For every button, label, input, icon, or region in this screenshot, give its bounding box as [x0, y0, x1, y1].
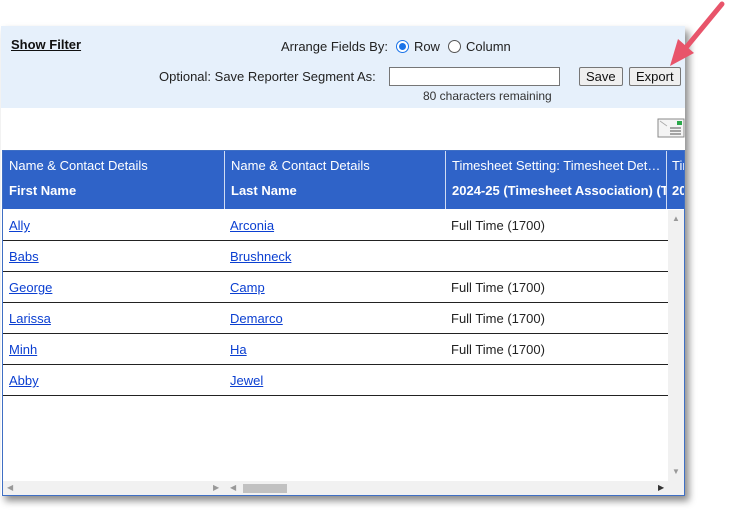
- table-row: Larissa Demarco Full Time (1700): [3, 303, 668, 334]
- save-segment-input[interactable]: [389, 67, 560, 86]
- horizontal-scroll-thumb[interactable]: [243, 484, 287, 493]
- report-window: Show Filter Arrange Fields By: Row Colum…: [1, 26, 685, 496]
- column-group-label: Name & Contact Details: [9, 158, 148, 173]
- column-group-label: Name & Contact Details: [231, 158, 370, 173]
- table-row: Ally Arconia Full Time (1700): [3, 210, 668, 241]
- timesheet-cell: Full Time (1700): [451, 342, 545, 357]
- export-button[interactable]: Export: [629, 67, 681, 86]
- timesheet-cell: Full Time (1700): [451, 311, 545, 326]
- grid-header: Name & Contact Details First Name Name &…: [3, 151, 684, 209]
- timesheet-cell: Full Time (1700): [451, 218, 545, 233]
- arrange-fields-group: Arrange Fields By: Row Column: [281, 39, 511, 54]
- save-segment-label: Optional: Save Reporter Segment As:: [159, 69, 376, 84]
- report-toolbar: Show Filter Arrange Fields By: Row Colum…: [1, 26, 685, 108]
- column-header-last-name[interactable]: Name & Contact Details Last Name: [225, 151, 446, 209]
- column-field-label: First Name: [9, 183, 77, 198]
- column-field-label: Last Name: [231, 183, 297, 198]
- last-name-link[interactable]: Jewel: [230, 373, 263, 388]
- scroll-left-icon[interactable]: ◀: [230, 483, 236, 493]
- column-group-label: Timesheet Setting: Timesheet Det…: [452, 158, 661, 173]
- timesheet-cell: Full Time (1700): [451, 280, 545, 295]
- column-field-label: 2024-25 (Timesheet Association) (T: [452, 183, 667, 198]
- last-name-link[interactable]: Arconia: [230, 218, 274, 233]
- report-grid: Name & Contact Details First Name Name &…: [2, 150, 685, 496]
- characters-remaining: 80 characters remaining: [423, 89, 552, 103]
- column-header-timesheet[interactable]: Timesheet Setting: Timesheet Det… 2024-2…: [446, 151, 667, 209]
- scroll-left-icon[interactable]: ◀: [7, 483, 13, 493]
- last-name-link[interactable]: Camp: [230, 280, 265, 295]
- vertical-scrollbar[interactable]: ▲ ▼: [668, 210, 684, 481]
- arrange-fields-label: Arrange Fields By:: [281, 39, 388, 54]
- column-header-partial[interactable]: Tir 20: [667, 151, 684, 209]
- email-report-icon[interactable]: [657, 118, 685, 138]
- first-name-link[interactable]: George: [9, 280, 52, 295]
- column-header-first-name[interactable]: Name & Contact Details First Name: [3, 151, 225, 209]
- last-name-link[interactable]: Demarco: [230, 311, 283, 326]
- scroll-up-icon[interactable]: ▲: [672, 214, 680, 224]
- last-name-link[interactable]: Ha: [230, 342, 247, 357]
- first-name-link[interactable]: Larissa: [9, 311, 51, 326]
- arrange-column-radio[interactable]: [447, 40, 461, 53]
- last-name-link[interactable]: Brushneck: [230, 249, 291, 264]
- first-name-link[interactable]: Abby: [9, 373, 39, 388]
- horizontal-scrollbar[interactable]: ◀ ▶ ◀ ▶: [3, 481, 684, 495]
- table-row: Minh Ha Full Time (1700): [3, 334, 668, 365]
- table-row: Babs Brushneck: [3, 241, 668, 272]
- table-row: George Camp Full Time (1700): [3, 272, 668, 303]
- scroll-down-icon[interactable]: ▼: [672, 467, 680, 477]
- table-row: Abby Jewel: [3, 365, 668, 396]
- arrange-row-label[interactable]: Row: [414, 39, 440, 54]
- arrange-row-radio[interactable]: [395, 40, 409, 53]
- scroll-right-icon[interactable]: ▶: [658, 483, 664, 493]
- column-field-label: 20: [672, 183, 684, 198]
- scroll-right-icon[interactable]: ▶: [213, 483, 219, 493]
- first-name-link[interactable]: Ally: [9, 218, 30, 233]
- show-filter-link[interactable]: Show Filter: [11, 37, 81, 52]
- save-button[interactable]: Save: [579, 67, 623, 86]
- column-group-label: Tir: [672, 158, 684, 173]
- first-name-link[interactable]: Minh: [9, 342, 37, 357]
- arrange-column-label[interactable]: Column: [466, 39, 511, 54]
- first-name-link[interactable]: Babs: [9, 249, 39, 264]
